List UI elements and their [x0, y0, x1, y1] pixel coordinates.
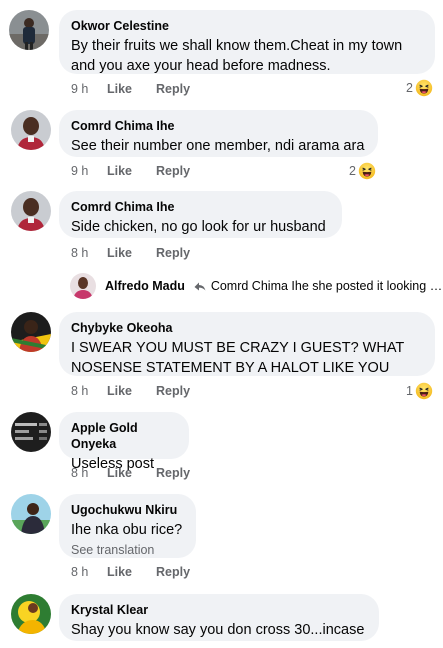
haha-emoji-icon — [358, 162, 376, 180]
comment-text: Side chicken, no go look for ur husband — [71, 219, 326, 235]
comment-author[interactable]: Ugochukwu Nkiru — [71, 502, 184, 518]
haha-emoji-icon — [415, 382, 433, 400]
comment-actions: 8 h Like Reply — [71, 245, 190, 261]
comment-timestamp[interactable]: 8 h — [71, 245, 107, 261]
comment-author[interactable]: Apple Gold Onyeka — [71, 420, 177, 452]
reply-arrow-icon — [194, 282, 206, 291]
comment-author[interactable]: Comrd Chima Ihe — [71, 118, 366, 134]
comment-author[interactable]: Okwor Celestine — [71, 18, 423, 34]
comment-text: See their number one member, ndi arama a… — [71, 138, 365, 154]
like-button[interactable]: Like — [107, 465, 156, 481]
like-button[interactable]: Like — [107, 383, 156, 399]
reply-button[interactable]: Reply — [156, 383, 190, 399]
comment-actions: 9 h Like Reply — [71, 163, 190, 179]
comment-actions: 9 h Like Reply — [71, 81, 190, 97]
avatar[interactable] — [11, 191, 51, 231]
reply-button[interactable]: Reply — [156, 163, 190, 179]
comment-text: Shay you know say you don cross 30...inc… — [71, 622, 365, 638]
comment-bubble: Comrd Chima Ihe See their number one mem… — [59, 110, 378, 157]
comment-author[interactable]: Comrd Chima Ihe — [71, 199, 330, 215]
comment-text: By their fruits we shall know them.Cheat… — [71, 38, 403, 74]
comment-actions: 8 h Like Reply — [71, 564, 190, 580]
profile-photo-icon — [11, 412, 51, 452]
comment-timestamp[interactable]: 8 h — [71, 383, 107, 399]
comment-bubble: Krystal Klear Shay you know say you don … — [59, 594, 379, 641]
comment-bubble: Okwor Celestine By their fruits we shall… — [59, 10, 435, 74]
reaction-summary[interactable]: 2 — [406, 79, 433, 97]
comment-timestamp[interactable]: 9 h — [71, 81, 107, 97]
avatar[interactable] — [11, 110, 51, 150]
avatar[interactable] — [11, 494, 51, 534]
comment-author[interactable]: Krystal Klear — [71, 602, 367, 618]
comment-author[interactable]: Chybyke Okeoha — [71, 320, 423, 336]
comment-bubble: Comrd Chima Ihe Side chicken, no go look… — [59, 191, 342, 238]
comment-actions: 8 h Like Reply — [71, 465, 190, 481]
comment-timestamp[interactable]: 8 h — [71, 465, 107, 481]
comment-bubble: Ugochukwu Nkiru Ihe nka obu rice? See tr… — [59, 494, 196, 558]
reaction-summary[interactable]: 1 — [406, 382, 433, 400]
haha-emoji-icon — [415, 79, 433, 97]
reaction-count: 2 — [349, 164, 356, 178]
reply-preview[interactable]: Alfredo Madu Comrd Chima Ihe she posted … — [70, 270, 443, 302]
like-button[interactable]: Like — [107, 564, 156, 580]
avatar[interactable] — [70, 273, 96, 299]
avatar[interactable] — [11, 412, 51, 452]
reply-button[interactable]: Reply — [156, 564, 190, 580]
profile-photo-icon — [11, 494, 51, 534]
reply-preview-text: Comrd Chima Ihe she posted it looking f.… — [210, 279, 443, 293]
reaction-count: 2 — [406, 81, 413, 95]
comment-bubble: Apple Gold Onyeka Useless post — [59, 412, 189, 472]
profile-photo-icon — [70, 273, 96, 299]
like-button[interactable]: Like — [107, 163, 156, 179]
reaction-count: 1 — [406, 384, 413, 398]
like-button[interactable]: Like — [107, 81, 156, 97]
see-translation-link[interactable]: See translation — [71, 542, 184, 558]
profile-photo-icon — [11, 312, 51, 352]
reply-author[interactable]: Alfredo Madu — [105, 279, 185, 293]
avatar[interactable] — [11, 594, 51, 634]
profile-photo-icon — [11, 191, 51, 231]
profile-photo-icon — [9, 10, 49, 50]
like-button[interactable]: Like — [107, 245, 156, 261]
reply-button[interactable]: Reply — [156, 81, 190, 97]
comment-bubble: Chybyke Okeoha I SWEAR YOU MUST BE CRAZY… — [59, 312, 435, 376]
profile-photo-icon — [11, 110, 51, 150]
comment-actions: 8 h Like Reply — [71, 383, 190, 399]
comment-timestamp[interactable]: 9 h — [71, 163, 107, 179]
reaction-summary[interactable]: 2 — [349, 162, 376, 180]
profile-photo-icon — [11, 594, 51, 634]
comment-timestamp[interactable]: 8 h — [71, 564, 107, 580]
comment-text: Ihe nka obu rice? — [71, 522, 183, 538]
avatar[interactable] — [9, 10, 49, 50]
reply-button[interactable]: Reply — [156, 245, 190, 261]
comment-text: I SWEAR YOU MUST BE CRAZY I GUEST? WHAT … — [71, 340, 405, 376]
reply-button[interactable]: Reply — [156, 465, 190, 481]
avatar[interactable] — [11, 312, 51, 352]
